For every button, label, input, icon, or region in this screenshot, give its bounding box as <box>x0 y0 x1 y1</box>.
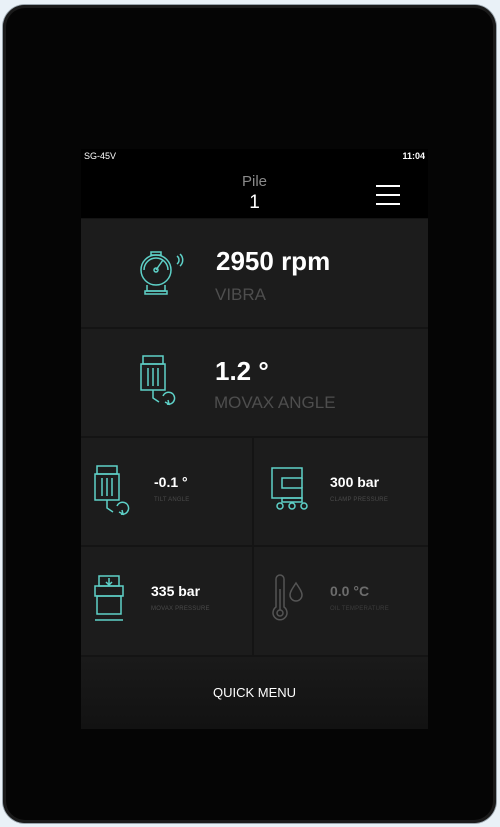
tilt-angle-label: TILT ANGLE <box>154 497 190 503</box>
tilt-angle-value: -0.1 ° <box>154 474 188 490</box>
tablet-frame: SG-45V 11:04 Pile 1 2950 rpm VIBRA 1.2 °… <box>3 5 496 823</box>
clamp-icon <box>271 467 308 510</box>
tilt-angle-icon <box>94 465 130 516</box>
thermometer-oil-icon <box>272 574 303 621</box>
clamp-pressure-label: CLAMP PRESSURE <box>330 497 389 503</box>
vibra-label: VIBRA <box>215 285 267 304</box>
app-screen: SG-45V 11:04 Pile 1 2950 rpm VIBRA 1.2 °… <box>81 149 428 729</box>
oil-temperature-label: OIL TEMPERATURE <box>330 606 389 612</box>
movax-pressure-icon <box>94 575 124 621</box>
tile-movax-angle[interactable]: 1.2 ° MOVAX ANGLE <box>81 329 428 436</box>
hamburger-menu-icon[interactable] <box>376 183 402 209</box>
movax-angle-label: MOVAX ANGLE <box>214 393 336 412</box>
oil-temperature-value: 0.0 °C <box>330 583 370 599</box>
movax-pressure-label: MOVAX PRESSURE <box>151 606 210 612</box>
status-bar: SG-45V 11:04 <box>81 149 428 163</box>
app-header: Pile 1 <box>81 163 428 218</box>
clock: 11:04 <box>402 151 425 161</box>
tile-oil-temperature[interactable]: 0.0 °C OIL TEMPERATURE <box>254 547 428 655</box>
tile-tilt-angle[interactable]: -0.1 ° TILT ANGLE <box>81 438 252 545</box>
device-model: SG-45V <box>84 151 117 161</box>
clamp-pressure-value: 300 bar <box>330 474 380 490</box>
tachometer-icon <box>140 251 184 295</box>
movax-angle-icon <box>140 355 176 406</box>
vibra-value: 2950 rpm <box>216 246 331 276</box>
movax-angle-value: 1.2 ° <box>215 356 269 386</box>
movax-pressure-value: 335 bar <box>151 583 201 599</box>
quick-menu-button[interactable]: QUICK MENU <box>81 657 428 729</box>
tile-vibra[interactable]: 2950 rpm VIBRA <box>81 219 428 327</box>
tile-movax-pressure[interactable]: 335 bar MOVAX PRESSURE <box>81 547 252 655</box>
tile-clamp-pressure[interactable]: 300 bar CLAMP PRESSURE <box>254 438 428 545</box>
